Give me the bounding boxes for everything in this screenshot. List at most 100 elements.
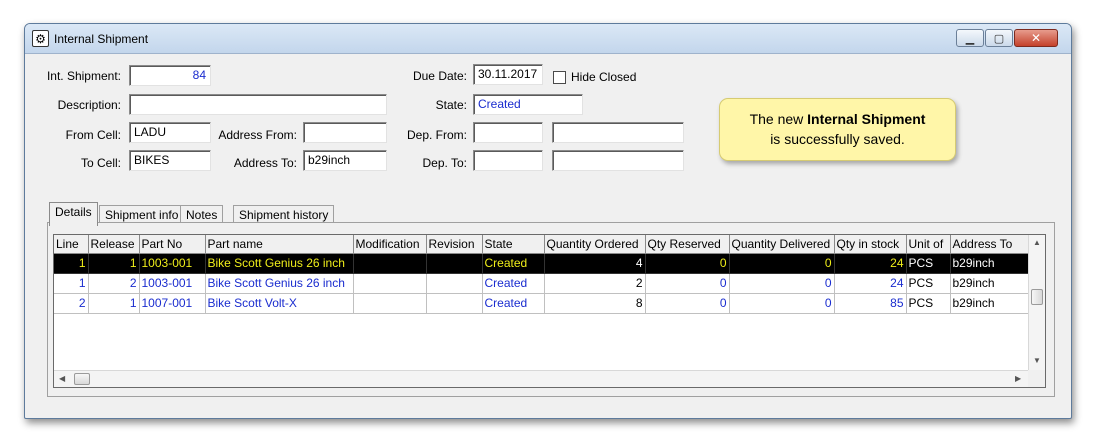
state-label: State: <box>435 98 467 112</box>
table-cell[interactable]: 0 <box>729 293 835 314</box>
table-cell[interactable] <box>426 273 483 294</box>
table-cell[interactable]: 0 <box>645 293 730 314</box>
empty-row <box>54 333 1029 353</box>
table-cell[interactable] <box>353 293 427 314</box>
table-cell[interactable]: 1 <box>88 253 140 274</box>
to-cell-field[interactable]: BIKES <box>129 150 211 171</box>
table-cell[interactable]: 1003-001 <box>139 253 206 274</box>
tab-strip: Details Shipment info Notes Shipment his… <box>49 202 349 226</box>
table-cell[interactable]: 85 <box>834 293 907 314</box>
table-cell[interactable] <box>353 253 427 274</box>
table-cell[interactable]: PCS <box>906 293 951 314</box>
vertical-scrollbar[interactable]: ▲ ▼ <box>1028 235 1045 371</box>
column-header[interactable]: Part No <box>139 235 206 254</box>
column-header[interactable]: Quantity Ordered <box>544 235 646 254</box>
description-field[interactable] <box>129 94 387 115</box>
table-row[interactable]: 1 2 1003-001 Bike Scott Genius 26 inch Creat… <box>54 273 1030 294</box>
table-cell[interactable]: 1003-001 <box>139 273 206 294</box>
table-cell[interactable]: 0 <box>729 273 835 294</box>
table-cell[interactable]: 0 <box>729 253 835 274</box>
scroll-down-icon[interactable]: ▼ <box>1033 357 1041 365</box>
column-header[interactable]: Qty in stock <box>834 235 907 254</box>
table-cell[interactable]: Bike Scott Volt-X <box>205 293 354 314</box>
gear-icon[interactable]: ⚙ <box>32 30 49 47</box>
close-button[interactable]: ✕ <box>1014 29 1058 47</box>
table-row[interactable]: 1 1 1003-001 Bike Scott Genius 26 inch Creat… <box>54 253 1030 274</box>
state-field[interactable]: Created <box>473 94 583 115</box>
column-header[interactable]: Part name <box>205 235 354 254</box>
table-cell[interactable]: b29inch <box>950 293 1030 314</box>
empty-cell <box>88 313 139 333</box>
table-cell[interactable]: Created <box>482 253 545 274</box>
dep-from-code-field[interactable] <box>473 122 543 143</box>
int-shipment-field[interactable]: 84 <box>129 65 211 86</box>
tooltip-prefix: The new <box>749 111 808 127</box>
column-header[interactable]: Quantity Delivered <box>729 235 835 254</box>
empty-cell <box>544 313 645 333</box>
column-header[interactable]: Revision <box>426 235 483 254</box>
empty-cell <box>426 313 482 333</box>
table-cell[interactable] <box>353 273 427 294</box>
description-label: Description: <box>57 98 121 112</box>
column-header[interactable]: Line <box>54 235 89 254</box>
empty-cell <box>88 333 139 353</box>
table-cell[interactable]: Bike Scott Genius 26 inch <box>205 253 354 274</box>
table-cell[interactable]: PCS <box>906 253 951 274</box>
dep-to-name-field[interactable] <box>552 150 684 171</box>
table-cell[interactable]: Bike Scott Genius 26 inch <box>205 273 354 294</box>
table-cell[interactable]: 0 <box>645 273 730 294</box>
empty-cell <box>950 313 1029 333</box>
table-row[interactable]: 2 1 1007-001 Bike Scott Volt-X Created 8 0 0 85 P… <box>54 293 1030 314</box>
table-cell[interactable]: 1 <box>88 293 140 314</box>
scroll-left-icon[interactable]: ◀ <box>59 375 65 383</box>
save-confirmation-tooltip: The new Internal Shipment is successfull… <box>719 98 956 161</box>
column-header[interactable]: Modification <box>353 235 427 254</box>
horizontal-scroll-thumb[interactable] <box>74 373 90 385</box>
table-cell[interactable] <box>426 293 483 314</box>
column-header[interactable]: State <box>482 235 545 254</box>
dep-to-code-field[interactable] <box>473 150 543 171</box>
hide-closed-checkbox[interactable] <box>553 71 566 84</box>
vertical-scroll-thumb[interactable] <box>1031 289 1043 305</box>
column-header[interactable]: Unit of <box>906 235 951 254</box>
table-cell[interactable]: Created <box>482 293 545 314</box>
internal-shipment-window: ⚙ Internal Shipment ▁ ▢ ✕ Int. Shipment:… <box>24 23 1072 419</box>
column-header[interactable]: Qty Reserved <box>645 235 730 254</box>
table-cell[interactable]: 1007-001 <box>139 293 206 314</box>
table-cell[interactable]: PCS <box>906 273 951 294</box>
column-header[interactable]: Release <box>88 235 140 254</box>
column-header[interactable]: Address To <box>950 235 1030 254</box>
hide-closed-label[interactable]: Hide Closed <box>571 70 636 84</box>
minimize-button[interactable]: ▁ <box>956 29 984 47</box>
table-cell[interactable]: 24 <box>834 273 907 294</box>
title-bar[interactable]: ⚙ Internal Shipment ▁ ▢ ✕ <box>25 24 1071 54</box>
empty-cell <box>834 333 906 353</box>
address-to-field[interactable]: b29inch <box>303 150 387 171</box>
table-cell[interactable]: 1 <box>54 253 89 274</box>
address-from-field[interactable] <box>303 122 387 143</box>
table-cell[interactable]: b29inch <box>950 253 1030 274</box>
tab-details[interactable]: Details <box>49 202 98 226</box>
scroll-right-icon[interactable]: ▶ <box>1015 375 1021 383</box>
empty-cell <box>54 313 88 333</box>
from-cell-field[interactable]: LADU <box>129 122 211 143</box>
scroll-up-icon[interactable]: ▲ <box>1033 239 1041 247</box>
empty-cell <box>834 313 906 333</box>
table-cell[interactable]: 8 <box>544 293 646 314</box>
empty-cell <box>482 313 544 333</box>
table-cell[interactable]: 0 <box>645 253 730 274</box>
dep-from-name-field[interactable] <box>552 122 684 143</box>
table-cell[interactable]: 2 <box>88 273 140 294</box>
table-cell[interactable]: 2 <box>544 273 646 294</box>
table-cell[interactable]: 4 <box>544 253 646 274</box>
table-cell[interactable]: 1 <box>54 273 89 294</box>
table-cell[interactable]: 24 <box>834 253 907 274</box>
table-cell[interactable] <box>426 253 483 274</box>
table-cell[interactable]: b29inch <box>950 273 1030 294</box>
due-date-field[interactable]: 30.11.2017 <box>473 64 543 85</box>
to-cell-label: To Cell: <box>80 156 121 170</box>
table-cell[interactable]: 2 <box>54 293 89 314</box>
table-cell[interactable]: Created <box>482 273 545 294</box>
horizontal-scrollbar[interactable]: ◀ ▶ <box>54 370 1029 387</box>
maximize-button[interactable]: ▢ <box>985 29 1013 47</box>
